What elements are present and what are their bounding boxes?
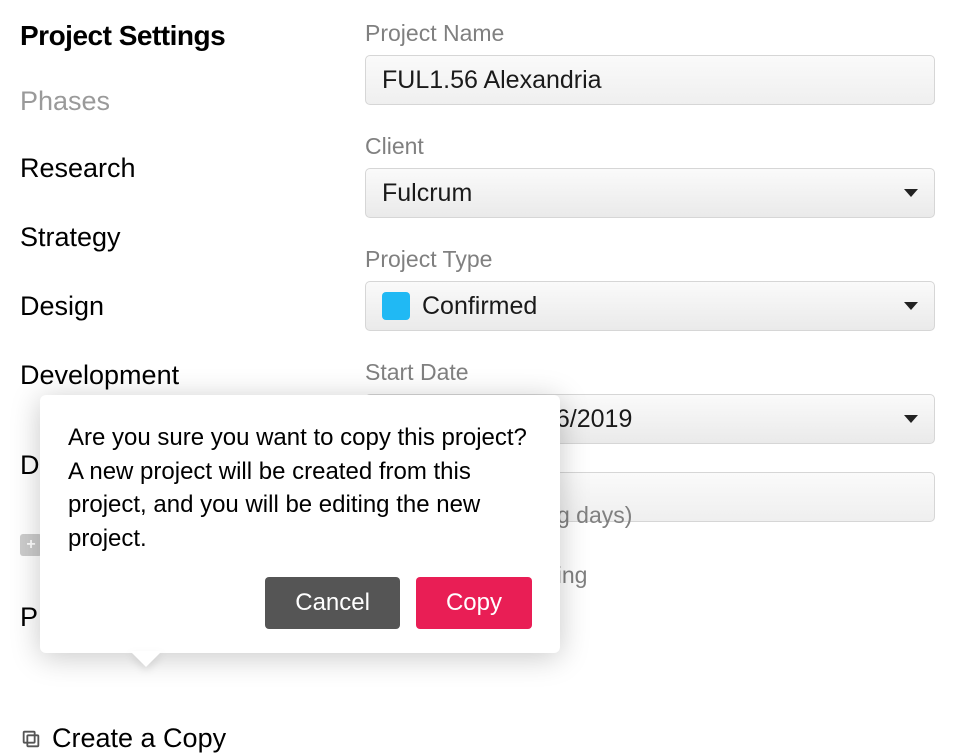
project-type-select[interactable]: Confirmed	[365, 281, 935, 331]
project-type-label: Project Type	[365, 246, 935, 273]
type-color-swatch	[382, 292, 410, 320]
sidebar-item-development[interactable]: Development	[20, 360, 350, 391]
client-select[interactable]: Fulcrum	[365, 168, 935, 218]
sidebar-item-strategy[interactable]: Strategy	[20, 222, 350, 253]
cancel-button[interactable]: Cancel	[265, 577, 400, 629]
chevron-down-icon	[904, 415, 918, 423]
sidebar-item-research[interactable]: Research	[20, 153, 350, 184]
project-type-value: Confirmed	[422, 292, 537, 321]
popover-message: Are you sure you want to copy this proje…	[68, 421, 532, 555]
sidebar-item-p-partial[interactable]: P	[20, 602, 38, 633]
project-name-label: Project Name	[365, 20, 935, 47]
start-date-label: Start Date	[365, 359, 935, 386]
page-title: Project Settings	[20, 20, 350, 52]
add-icon[interactable]: +	[20, 534, 42, 556]
phases-heading: Phases	[20, 86, 350, 117]
client-value: Fulcrum	[382, 179, 472, 208]
project-name-input[interactable]	[365, 55, 935, 105]
copy-button[interactable]: Copy	[416, 577, 532, 629]
client-label: Client	[365, 133, 935, 160]
sidebar-item-design[interactable]: Design	[20, 291, 350, 322]
confirm-copy-popover: Are you sure you want to copy this proje…	[40, 395, 560, 653]
create-copy-label: Create a Copy	[52, 723, 226, 754]
chevron-down-icon	[904, 302, 918, 310]
chevron-down-icon	[904, 189, 918, 197]
sidebar-item-partial[interactable]: D	[20, 450, 40, 481]
working-days-label-partial: g days)	[557, 502, 632, 529]
copy-icon	[20, 728, 42, 750]
create-copy-button[interactable]: Create a Copy	[20, 723, 226, 754]
